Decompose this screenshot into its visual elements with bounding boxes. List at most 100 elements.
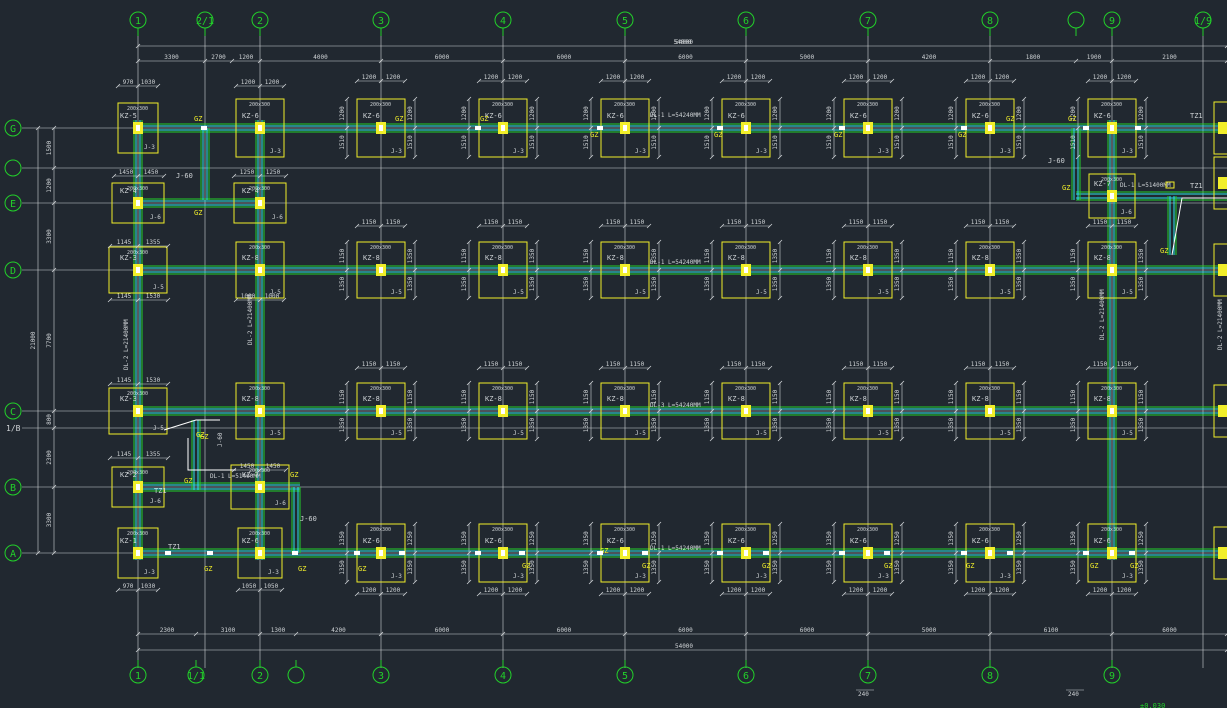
structural-foundation-plan[interactable]: KZ-6 J-3 200x300 KZ-8 J-5 200x300 KZ-8 J-5 200x3…: [0, 0, 1227, 708]
footing-dim-mid-text: 1150: [971, 361, 986, 368]
axis-bubble-top-label: 2/1: [196, 16, 214, 27]
tie-marker: [961, 551, 967, 555]
column-size: 200x300: [370, 386, 391, 392]
footing-label: J-3: [268, 569, 279, 576]
column-core: [379, 125, 383, 131]
footing-dim-side-text: 1200: [948, 106, 955, 121]
footing-dim-side-text: 1510: [339, 135, 346, 150]
footing-dim-bottom-text: 1200: [971, 587, 986, 594]
dim-top-text: 4200: [922, 54, 937, 61]
tie-marker: [597, 126, 603, 130]
footing-dim-bottom-text: 1200: [995, 587, 1010, 594]
column-size: 200x300: [735, 527, 756, 533]
column-size: 200x300: [1101, 386, 1122, 392]
dim-left-text: 1200: [46, 178, 53, 193]
column-label: KZ-8: [728, 254, 745, 262]
footing-dim-top-text: 1530: [146, 377, 161, 384]
tie-marker: [1083, 551, 1089, 555]
dim-bottom-text: 6000: [678, 627, 693, 634]
footing-label: J-5: [391, 289, 402, 296]
footing-dim-side-text: 1350: [339, 560, 346, 575]
footing-dim-side-text: 1350: [651, 276, 658, 291]
column-size: 200x300: [857, 386, 878, 392]
footing-label: J-6: [150, 214, 161, 221]
footing-dim-bottom-text: 1050: [264, 583, 279, 590]
column-size: 200x300: [127, 250, 148, 256]
footing-dim-side-text: 1150: [1070, 389, 1077, 404]
footing-dim-side-text: 1350: [529, 417, 536, 432]
footing-dim-side-text: 1350: [583, 560, 590, 575]
column-size: 200x300: [614, 527, 635, 533]
footing-dim-mid-text: 1150: [606, 219, 621, 226]
tie-marker: [1129, 551, 1135, 555]
footing-dim-bottom-text: 1200: [1093, 587, 1108, 594]
column-size: 200x300: [614, 245, 635, 251]
column-label: KZ-8: [1094, 395, 1111, 403]
footing-dim-side-text: 1350: [529, 276, 536, 291]
footing-dim-side-text: 1350: [704, 417, 711, 432]
gz-label: GZ: [884, 562, 892, 570]
footing-dim-side-text: 1150: [772, 389, 779, 404]
dim-left-text: 800: [46, 414, 53, 425]
footing-dim-top-text: 1200: [1117, 74, 1132, 81]
column-core: [1110, 267, 1114, 273]
column-core: [623, 408, 627, 414]
footing-dim-side-text: 1150: [1070, 248, 1077, 263]
footing-label: J-5: [153, 284, 164, 291]
column-core: [136, 267, 140, 273]
axis-bubble-bottom-label: 9: [1109, 671, 1115, 682]
dim-bottom-text: 6100: [1044, 627, 1059, 634]
column-block: [1218, 264, 1227, 276]
column-size: 200x300: [127, 391, 148, 397]
column-core: [136, 200, 140, 206]
tie-marker: [201, 126, 207, 130]
footing-dim-bottom-text: 1530: [146, 293, 161, 300]
footing-label: J-5: [878, 430, 889, 437]
footing-dim-side-text: 1350: [948, 560, 955, 575]
column-label: KZ-6: [607, 537, 624, 545]
column-label: KZ-5: [120, 112, 137, 120]
footing-dim-side-text: 1510: [772, 135, 779, 150]
axis-bubble-top-label: 3: [378, 16, 384, 27]
dim-top-text: 6000: [435, 54, 450, 61]
column-label: KZ-6: [607, 112, 624, 120]
footing-dim-side-text: 1150: [826, 389, 833, 404]
footing-dim-bottom-text: 1200: [1117, 587, 1132, 594]
column-label: KZ-8: [242, 254, 259, 262]
column-label: KZ-8: [728, 395, 745, 403]
dim-bottom-text: 6000: [435, 627, 450, 634]
footing-dim-bottom-text: 1030: [141, 583, 156, 590]
gz-label: GZ: [358, 565, 366, 573]
column-label: KZ-6: [728, 537, 745, 545]
column-size: 200x300: [127, 106, 148, 112]
footing-label: J-5: [635, 289, 646, 296]
footing-dim-side-text: 1150: [461, 248, 468, 263]
tie-marker: [354, 551, 360, 555]
gz-label: GZ: [522, 562, 530, 570]
footing-dim-side-text: 1350: [948, 276, 955, 291]
column-label: KZ-6: [850, 537, 867, 545]
footing-dim-side-text: 1350: [583, 417, 590, 432]
dim-left-total-text: 21000: [30, 331, 37, 349]
tie-marker: [207, 551, 213, 555]
footing-dim-side-text: 1350: [826, 417, 833, 432]
footing-dim-side-text: 1510: [704, 135, 711, 150]
column-label: KZ-8: [607, 254, 624, 262]
column-core: [988, 125, 992, 131]
column-core: [744, 550, 748, 556]
column-core: [136, 550, 140, 556]
footing-dim-side-text: 1510: [948, 135, 955, 150]
tie-marker: [597, 551, 603, 555]
tz-label: TZ1: [154, 487, 167, 495]
footing-dim-side-text: 1350: [772, 560, 779, 575]
dim-bottom-text: 6000: [557, 627, 572, 634]
column-core: [1110, 550, 1114, 556]
footing-dim-side-text: 1350: [704, 276, 711, 291]
dim-bottom-text: 1300: [271, 627, 286, 634]
axis-bubble-top-circle: [1067, 11, 1085, 29]
footing-dim-mid-text: 1150: [362, 361, 377, 368]
tie-marker: [717, 551, 723, 555]
tie-marker: [642, 551, 648, 555]
beam-label: DL-1 L=54240MM: [650, 545, 701, 552]
footing-dim-top-text: 1450: [144, 169, 159, 176]
